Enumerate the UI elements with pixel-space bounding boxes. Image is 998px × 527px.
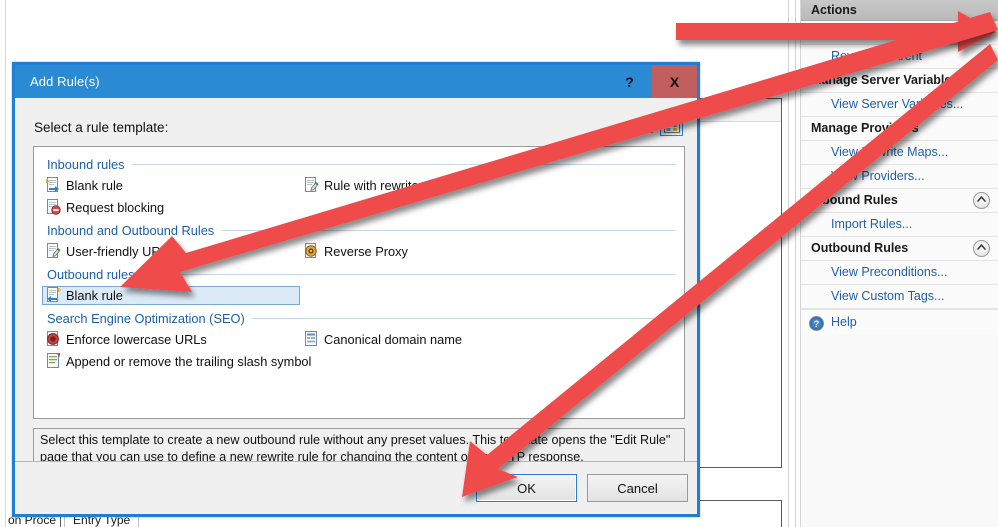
rewrite-map-icon (303, 177, 319, 193)
dialog-content: Select a rule template: Inbound rules Bl… (27, 108, 685, 504)
select-template-label: Select a rule template: (34, 120, 169, 135)
background-left-edge (0, 0, 6, 527)
template-item[interactable]: Request blocking (42, 198, 300, 217)
actions-pane: Actions Add Rule(s)... Revert to Parent Ma… (800, 0, 998, 527)
template-group-header: Search Engine Optimization (SEO) (42, 309, 676, 328)
template-item[interactable]: Canonical domain name (300, 330, 467, 349)
template-row: Blank rule Rule with rewrite map (42, 174, 676, 196)
template-group-divider (221, 230, 676, 231)
dialog-titlebar: Add Rule(s) ? X (15, 65, 697, 98)
actions-row-4: Manage Providers (801, 117, 998, 141)
blank-rule-outbound-icon (45, 287, 61, 303)
enforce-lowercase-icon (45, 331, 61, 347)
template-group-divider (141, 274, 676, 275)
template-row: Request blocking (42, 196, 676, 218)
template-item[interactable]: Reverse Proxy (300, 242, 413, 261)
cancel-button[interactable]: Cancel (587, 474, 688, 502)
chevron-up-icon[interactable] (973, 192, 990, 209)
ok-button[interactable]: OK (476, 474, 577, 502)
dialog-close-button[interactable]: X (652, 65, 697, 98)
template-item[interactable]: Rule with rewrite map (300, 176, 452, 195)
dialog-title-buttons: ? X (607, 65, 697, 98)
dialog-help-button[interactable]: ? (607, 65, 652, 98)
user-friendly-url-icon (45, 243, 61, 259)
view-toggle-group (633, 114, 683, 136)
actions-row-7: Inbound Rules (801, 189, 998, 213)
dialog-title: Add Rule(s) (30, 74, 100, 89)
actions-row-label: Manage Providers (811, 121, 919, 135)
dialog-footer: OK Cancel (15, 461, 697, 514)
template-row: Append or remove the trailing slash symb… (42, 350, 676, 372)
template-group-divider (251, 318, 676, 319)
template-item[interactable]: Enforce lowercase URLs (42, 330, 300, 349)
background-separator-1 (788, 0, 789, 527)
template-group-label: Inbound rules (47, 157, 125, 172)
request-blocking-icon (45, 199, 61, 215)
actions-row-label[interactable]: View Server Variables... (831, 97, 963, 111)
actions-row-label[interactable]: Add Rule(s)... (831, 25, 907, 39)
trailing-slash-icon (45, 353, 61, 369)
blank-rule-icon (45, 177, 61, 193)
template-item[interactable]: Blank rule (42, 285, 300, 305)
actions-row-label[interactable]: View Rewrite Maps... (831, 145, 948, 159)
actions-row-6[interactable]: View Providers... (801, 165, 998, 189)
tile-view-icon[interactable] (660, 114, 683, 136)
template-item[interactable]: User-friendly URL (42, 242, 300, 261)
template-group-header: Inbound and Outbound Rules (42, 221, 676, 240)
rule-template-groups: Inbound rules Blank rule Rule with rewrite… (42, 155, 676, 372)
template-item-label: Rule with rewrite map (324, 177, 448, 193)
rule-template-list[interactable]: Inbound rules Blank rule Rule with rewrite… (33, 146, 685, 419)
template-group-label: Outbound rules (47, 267, 135, 282)
actions-row-2: Manage Server Variables (801, 69, 998, 93)
svg-text:?: ? (814, 319, 820, 329)
actions-row-9: Outbound Rules (801, 237, 998, 261)
template-item-label: Request blocking (66, 199, 165, 215)
actions-row-10[interactable]: View Preconditions... (801, 261, 998, 285)
screen: on Proce Entry Type Actions Add Rule(s)..… (0, 0, 998, 527)
actions-help-row[interactable]: ? Help (801, 309, 998, 335)
chevron-up-icon[interactable] (973, 240, 990, 257)
actions-row-3[interactable]: View Server Variables... (801, 93, 998, 117)
template-item-label: User-friendly URL (66, 243, 168, 259)
template-group-label: Inbound and Outbound Rules (47, 223, 215, 238)
actions-row-label[interactable]: View Preconditions... (831, 265, 948, 279)
template-row: Enforce lowercase URLs Canonical domain n… (42, 328, 676, 350)
template-item[interactable]: Append or remove the trailing slash symb… (42, 352, 311, 371)
template-item-label: Canonical domain name (324, 331, 463, 347)
actions-row-label: Manage Server Variables (811, 73, 959, 87)
template-row: User-friendly URL Reverse Proxy (42, 240, 676, 262)
actions-list: Add Rule(s)... Revert to Parent Manage Ser… (801, 21, 998, 309)
template-item[interactable]: Blank rule (42, 176, 300, 195)
help-link[interactable]: Help (831, 315, 857, 329)
actions-row-label: Outbound Rules (811, 241, 909, 255)
actions-row-0[interactable]: Add Rule(s)... (801, 21, 998, 45)
actions-row-label[interactable]: View Providers... (831, 169, 925, 183)
dialog-body: Select a rule template: Inbound rules Bl… (15, 98, 697, 514)
template-row: Blank rule (42, 284, 676, 306)
actions-row-label[interactable]: Revert to Parent (831, 49, 922, 63)
actions-row-label[interactable]: View Custom Tags... (831, 289, 944, 303)
reverse-proxy-icon (303, 243, 319, 259)
template-group-divider (131, 164, 676, 165)
template-item-label: Append or remove the trailing slash symb… (66, 353, 312, 369)
template-group-header: Inbound rules (42, 155, 676, 174)
actions-row-label[interactable]: Import Rules... (831, 217, 912, 231)
template-item-label: Blank rule (66, 177, 123, 193)
actions-row-11[interactable]: View Custom Tags... (801, 285, 998, 309)
actions-row-8[interactable]: Import Rules... (801, 213, 998, 237)
add-rules-dialog: Add Rule(s) ? X Select a rule template: (12, 62, 700, 517)
actions-row-label: Inbound Rules (811, 193, 898, 207)
template-item-label: Reverse Proxy (324, 243, 408, 259)
template-group-header: Outbound rules (42, 265, 676, 284)
actions-row-1[interactable]: Revert to Parent (801, 45, 998, 69)
template-item-label: Blank rule (66, 287, 123, 303)
canonical-domain-icon (303, 331, 319, 347)
actions-pane-title: Actions (801, 0, 998, 21)
actions-row-5[interactable]: View Rewrite Maps... (801, 141, 998, 165)
template-group-label: Search Engine Optimization (SEO) (47, 311, 245, 326)
help-circle-icon: ? (809, 315, 824, 331)
background-separator-2 (795, 0, 796, 527)
template-item-label: Enforce lowercase URLs (66, 331, 207, 347)
list-view-icon[interactable] (633, 114, 656, 136)
